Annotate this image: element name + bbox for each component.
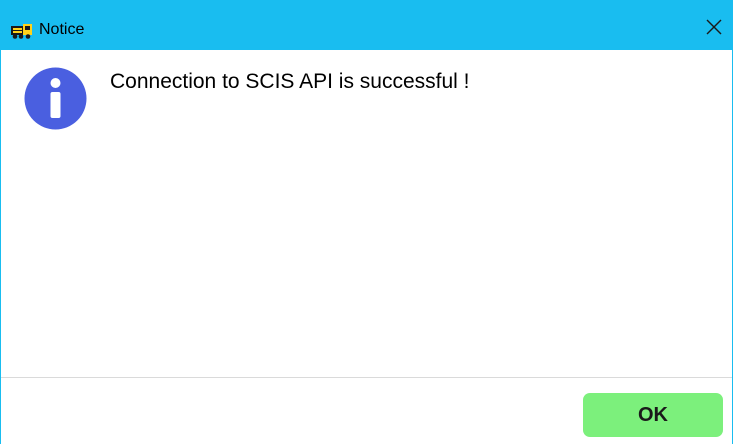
- title-bar[interactable]: Notice: [0, 0, 733, 50]
- notice-message: Connection to SCIS API is successful !: [110, 70, 470, 93]
- window-title: Notice: [39, 21, 85, 38]
- info-icon: [24, 67, 87, 130]
- dialog-footer: OK: [1, 377, 732, 444]
- locomotive-app-icon: [11, 23, 33, 39]
- ok-button[interactable]: OK: [583, 393, 723, 437]
- close-button[interactable]: [700, 14, 728, 44]
- notice-dialog: Notice Connection to SCIS API is success…: [0, 0, 733, 444]
- close-icon: [705, 18, 723, 41]
